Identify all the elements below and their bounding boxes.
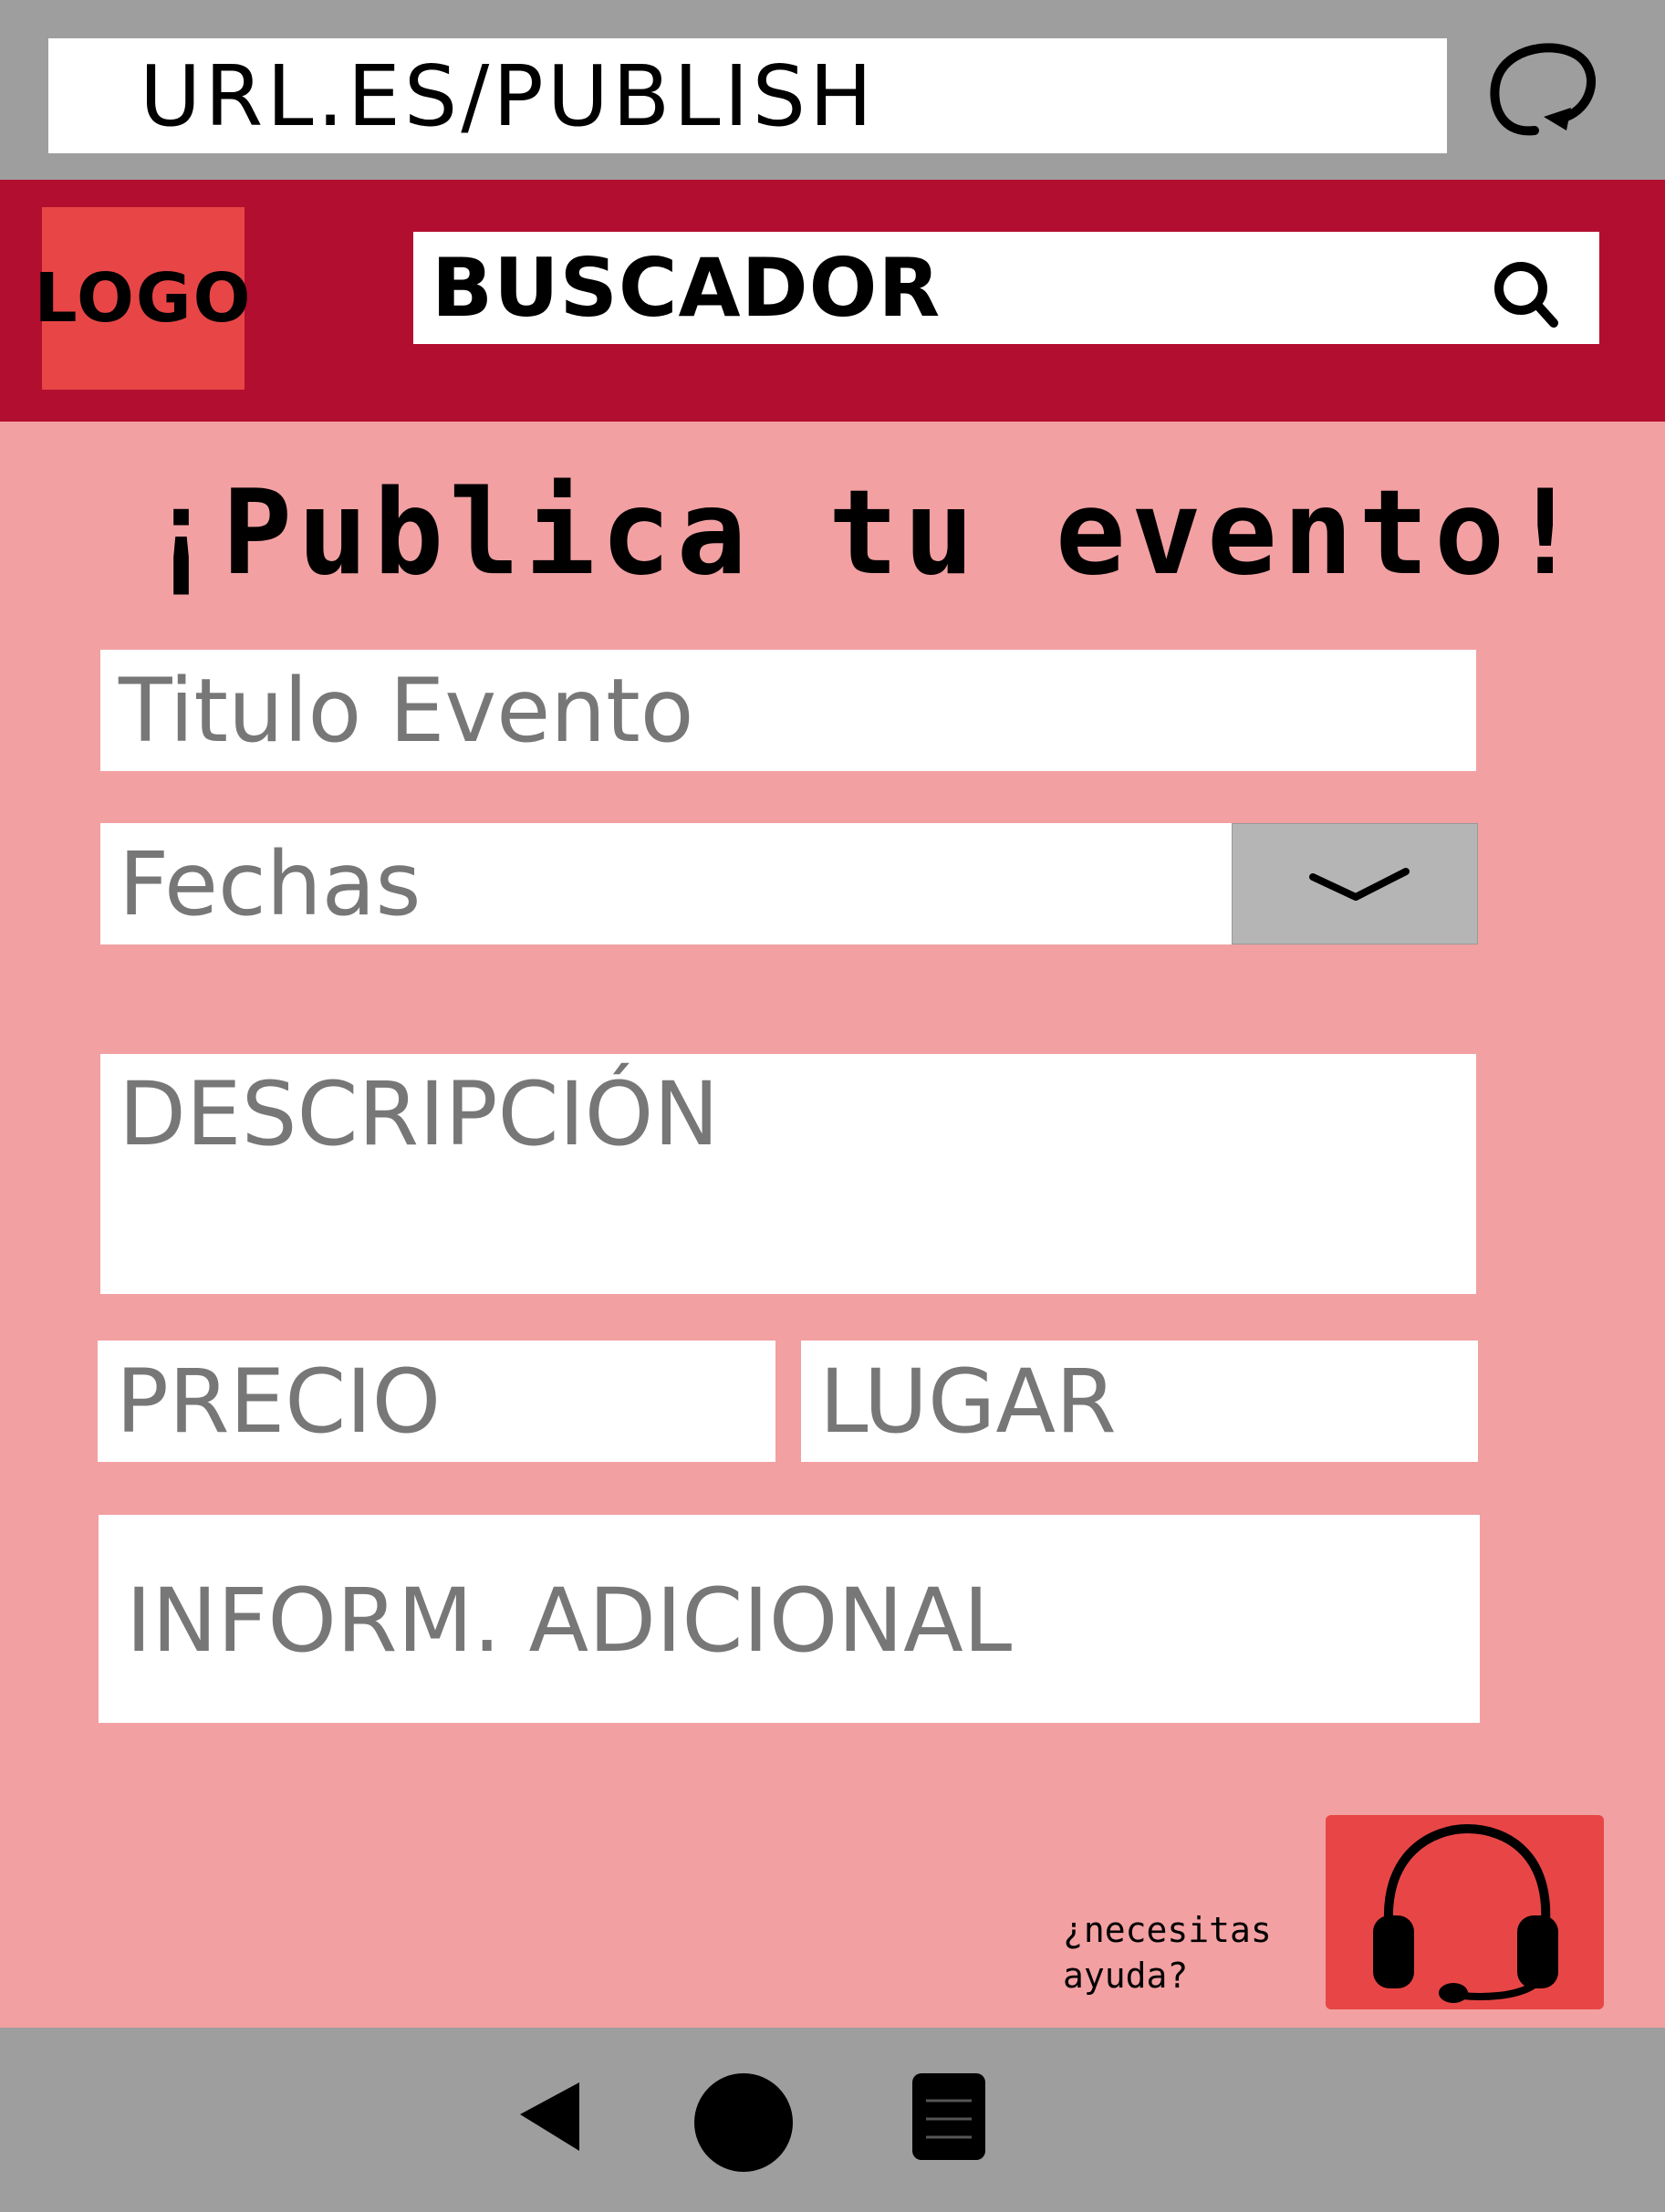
app-header: LOGO BUSCADOR xyxy=(0,180,1665,422)
headset-icon xyxy=(1373,1823,1558,2003)
place-input[interactable]: LUGAR xyxy=(801,1341,1478,1462)
description-textarea[interactable]: DESCRIPCIÓN xyxy=(100,1054,1476,1294)
help-label-line2: ayuda? xyxy=(1063,1956,1189,1996)
chevron-down-icon xyxy=(1309,868,1410,901)
help-button[interactable] xyxy=(1326,1815,1604,2009)
logo[interactable]: LOGO xyxy=(34,207,251,390)
search-input[interactable]: BUSCADOR xyxy=(413,232,1599,344)
logo-text: LOGO xyxy=(34,259,253,338)
search-placeholder: BUSCADOR xyxy=(432,241,942,335)
page-title: ¡Publica tu evento! xyxy=(146,465,1587,601)
browser-bar: URL.ES/PUBLISH xyxy=(0,0,1665,180)
help-label: ¿necesitas ayuda? xyxy=(1063,1907,1318,1998)
dates-select[interactable]: Fechas xyxy=(100,823,1232,944)
price-input[interactable]: PRECIO xyxy=(98,1341,775,1462)
url-bar[interactable]: URL.ES/PUBLISH xyxy=(48,38,1447,153)
back-icon[interactable] xyxy=(511,2073,588,2160)
bottom-nav xyxy=(0,2028,1665,2212)
dates-dropdown-button[interactable] xyxy=(1232,823,1478,944)
event-title-input[interactable]: Titulo Evento xyxy=(100,650,1476,771)
home-icon[interactable] xyxy=(689,2066,798,2174)
search-icon[interactable] xyxy=(1490,257,1563,330)
menu-icon[interactable] xyxy=(908,2069,990,2165)
refresh-icon[interactable] xyxy=(1480,35,1603,144)
additional-info-textarea[interactable]: INFORM. ADICIONAL xyxy=(99,1515,1480,1723)
url-text: URL.ES/PUBLISH xyxy=(140,47,877,145)
help-label-line1: ¿necesitas xyxy=(1063,1910,1272,1950)
